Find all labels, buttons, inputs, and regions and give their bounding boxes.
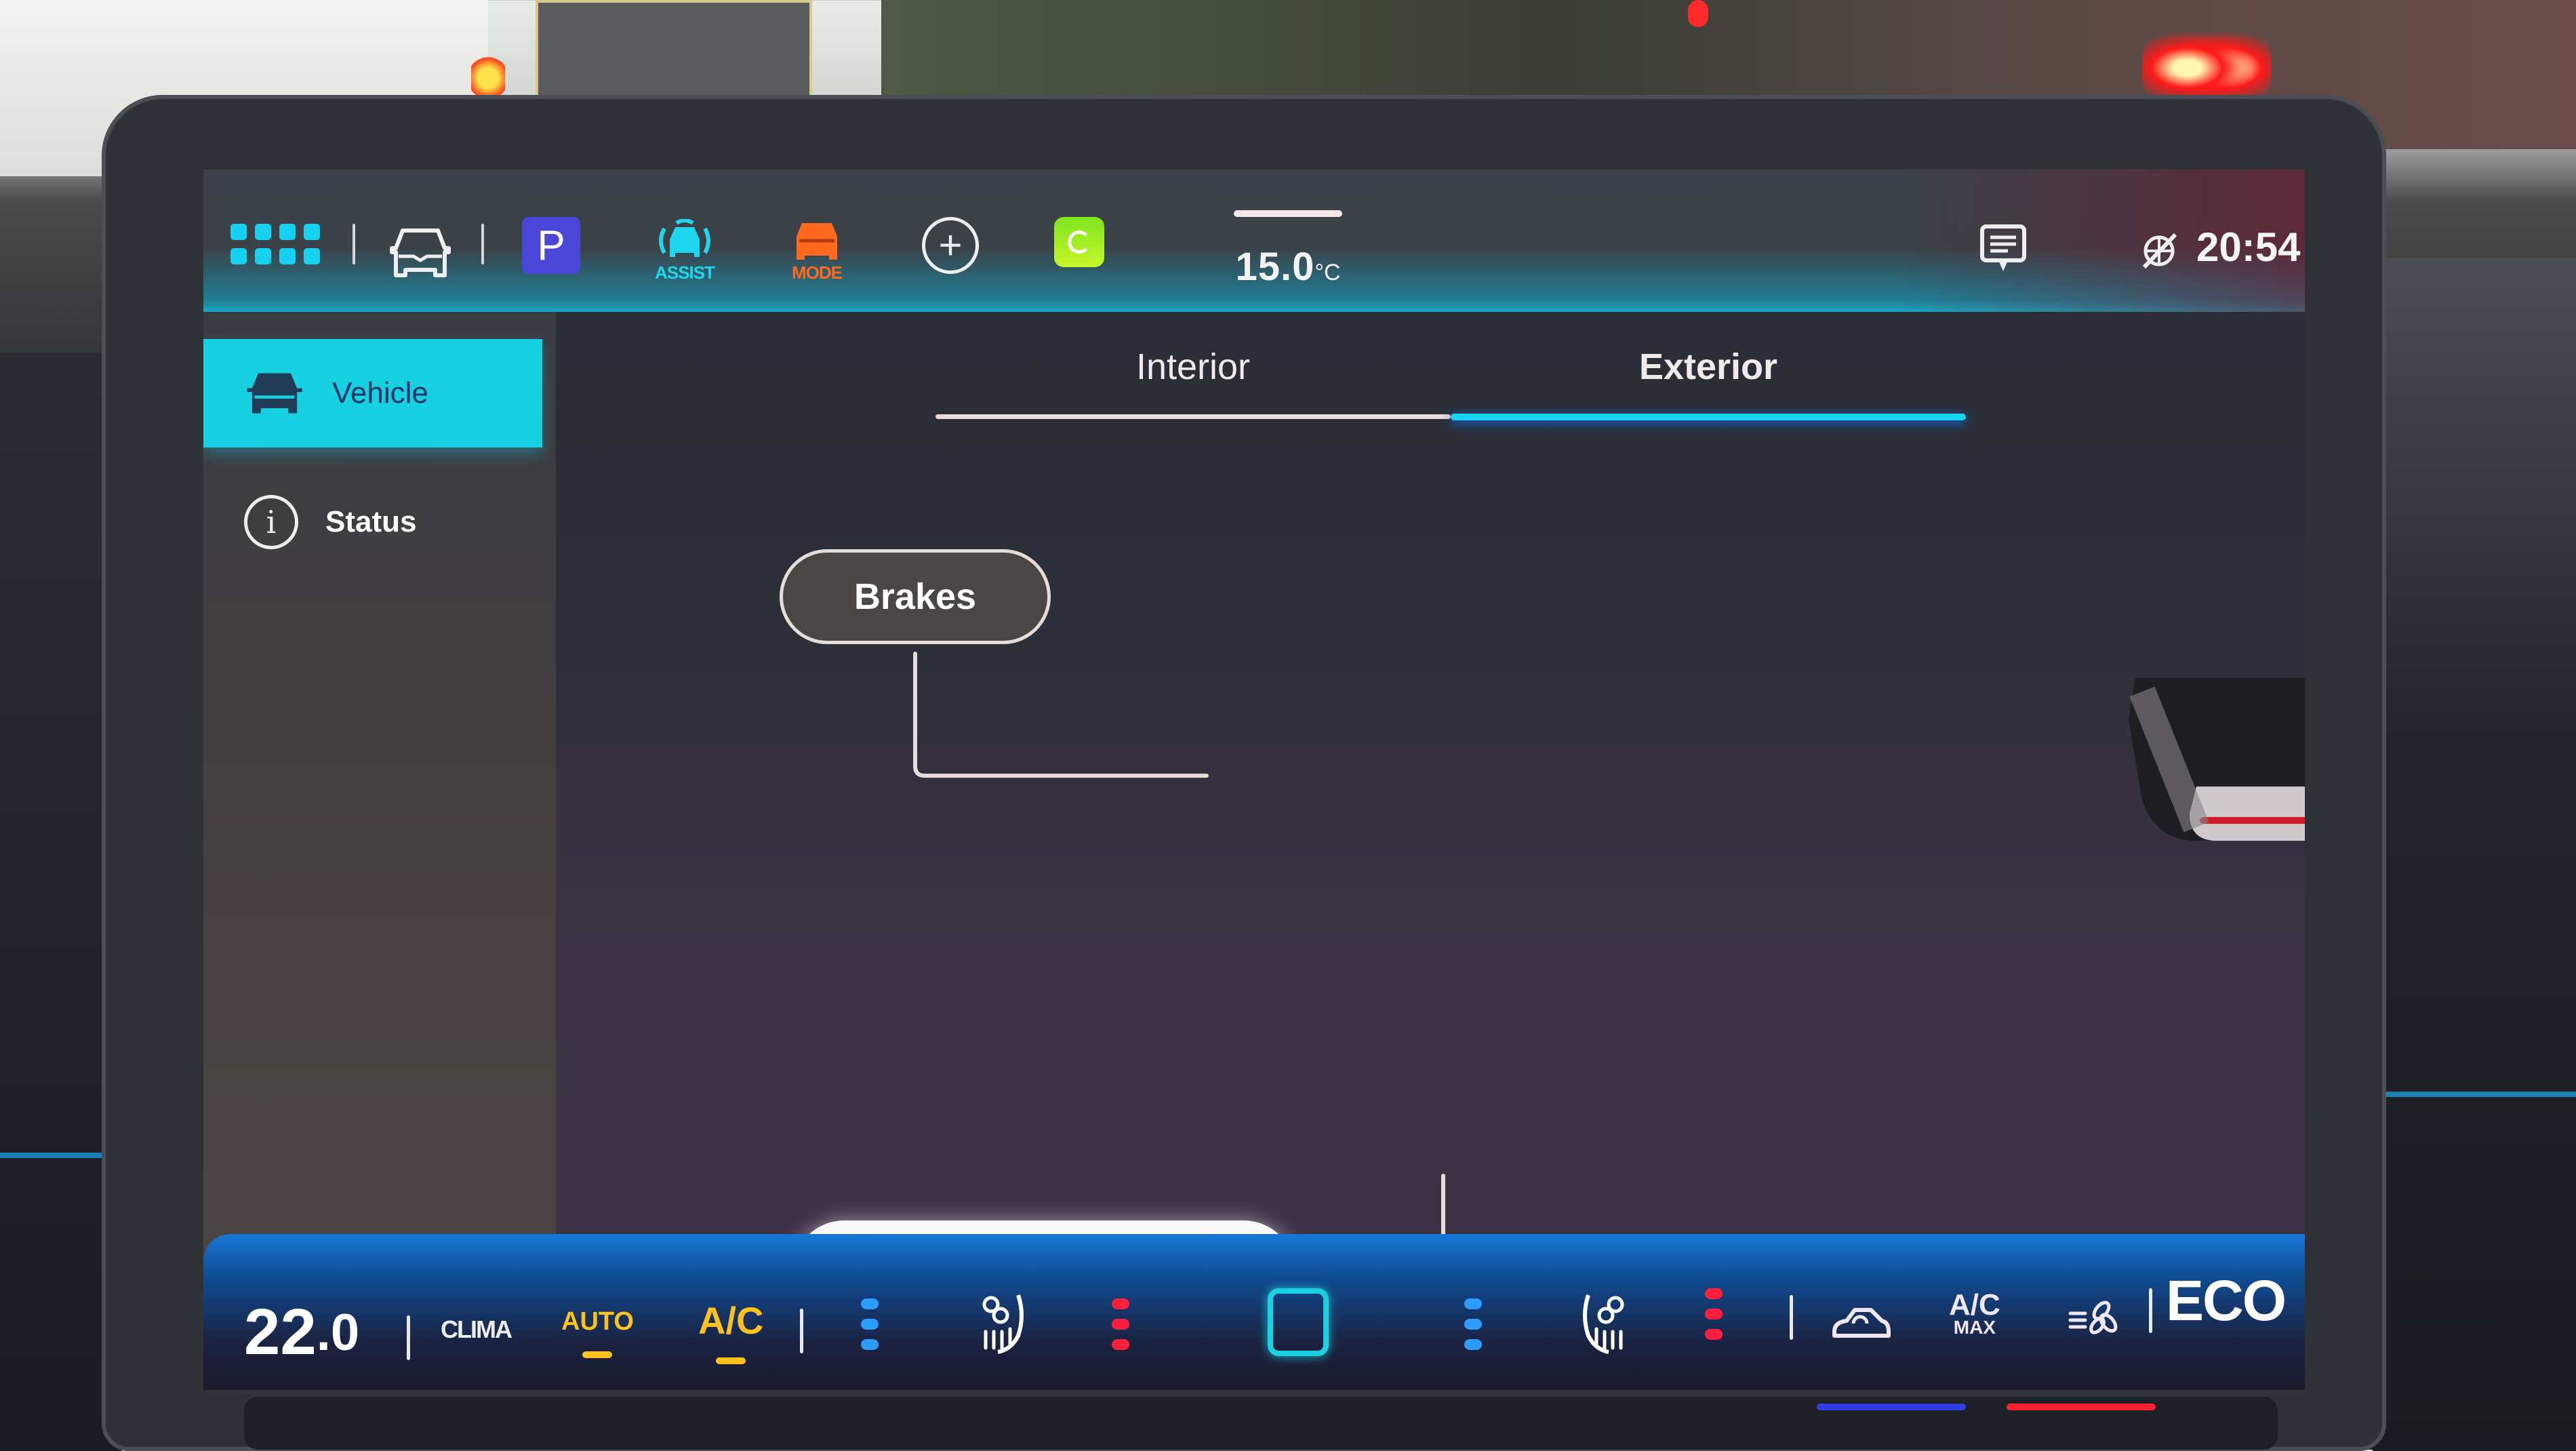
assist-car-icon [659,218,710,257]
ambient-light-right [2373,1092,2576,1097]
mode-car-icon [797,222,837,260]
climate-bar: 22.0 CLIMA AUTO A/C A/C MAX ECO [203,1234,2305,1390]
divider [481,224,484,264]
carplay-button[interactable] [1054,217,1104,267]
vehicle-rear-image [2115,664,2305,854]
infotainment-screen: P ASSIST MODE + 15.0°C 20:54 Vehicle i S… [203,170,2305,1390]
red-temp-strip [2007,1404,2156,1410]
background-sign [536,0,812,100]
driver-temperature[interactable]: 22.0 [244,1295,359,1370]
ac-max-top-label: A/C [1949,1288,2000,1321]
carplay-icon [1068,231,1091,254]
passenger-seat-heat-level[interactable] [1705,1288,1723,1340]
brakes-label: Brakes [853,576,977,617]
brakes-leader-line [908,651,1220,790]
sidebar-item-label: Vehicle [332,376,428,410]
drive-mode-button[interactable]: MODE [783,217,851,285]
dashboard-trim [244,1397,2278,1450]
passenger-seat-ventilation-level[interactable] [1464,1298,1482,1350]
ac-max-bottom-label: MAX [1953,1316,1996,1338]
sidebar-item-status[interactable]: i Status [203,468,542,576]
auto-active-indicator [582,1351,613,1358]
eco-button[interactable]: ECO [2166,1268,2287,1334]
driver-seat-heat-level[interactable] [1112,1298,1129,1350]
tab-label: Exterior [1638,346,1778,387]
driver-seat-fan-icon[interactable] [976,1288,1030,1356]
notification-handle[interactable] [1234,210,1342,217]
outside-temp-unit: °C [1314,260,1341,285]
ac-max-button[interactable]: A/C MAX [1949,1288,2000,1338]
message-icon[interactable] [1979,224,2027,278]
ac-active-indicator [716,1357,746,1364]
tab-exterior[interactable]: Exterior [1451,346,1966,420]
recirculation-icon[interactable] [1830,1302,1891,1343]
tab-label: Interior [1135,346,1251,387]
clima-button[interactable]: CLIMA [441,1315,512,1344]
sidebar-item-label: Status [325,505,417,538]
car-front-icon [247,373,302,414]
traffic-light-red-far [1688,0,1708,27]
divider [800,1309,803,1353]
add-shortcut-button[interactable]: + [922,217,979,274]
auto-label: AUTO [561,1307,634,1336]
info-icon: i [244,495,298,549]
assist-button[interactable]: ASSIST [651,217,719,285]
divider [1790,1295,1793,1340]
driver-seat-ventilation-level[interactable] [861,1298,879,1350]
clock: 20:54 [2196,224,2301,270]
divider [353,224,355,264]
park-label: P [537,222,565,269]
ac-button[interactable]: A/C [698,1298,763,1364]
assist-label: ASSIST [655,262,715,283]
dashboard-right [2373,258,2576,1451]
connection-off-icon[interactable] [2139,231,2179,271]
temp-value: 22 [244,1296,317,1368]
divider [2149,1288,2152,1333]
tab-underline-active [1451,414,1966,420]
tab-bar: Interior Exterior [935,346,1966,427]
divider [407,1315,410,1360]
outside-temp-value: 15.0 [1235,245,1315,289]
status-bar: P ASSIST MODE + 15.0°C 20:54 [203,170,2305,312]
park-button[interactable]: P [522,217,580,274]
tab-underline [935,414,1451,419]
auto-button[interactable]: AUTO [561,1307,634,1358]
plus-icon: + [938,222,963,268]
temp-decimal: .0 [316,1303,360,1361]
mode-label: MODE [792,262,843,283]
outside-temperature: 15.0°C [1234,210,1342,290]
ac-label: A/C [698,1299,764,1342]
apps-grid-icon[interactable] [230,224,320,264]
vehicle-exterior-panel: Interior Exterior Brakes [556,312,2305,1347]
blue-temp-strip [1817,1404,1966,1410]
sync-button[interactable] [1268,1288,1329,1356]
sidebar: Vehicle i Status [203,312,556,1261]
brakes-callout-button[interactable]: Brakes [780,549,1051,644]
fan-airflow-icon[interactable] [2068,1298,2122,1339]
passenger-seat-fan-icon[interactable] [1576,1288,1630,1356]
tab-interior[interactable]: Interior [935,346,1451,420]
sidebar-item-vehicle[interactable]: Vehicle [203,339,542,448]
car-front-icon[interactable] [386,220,454,281]
